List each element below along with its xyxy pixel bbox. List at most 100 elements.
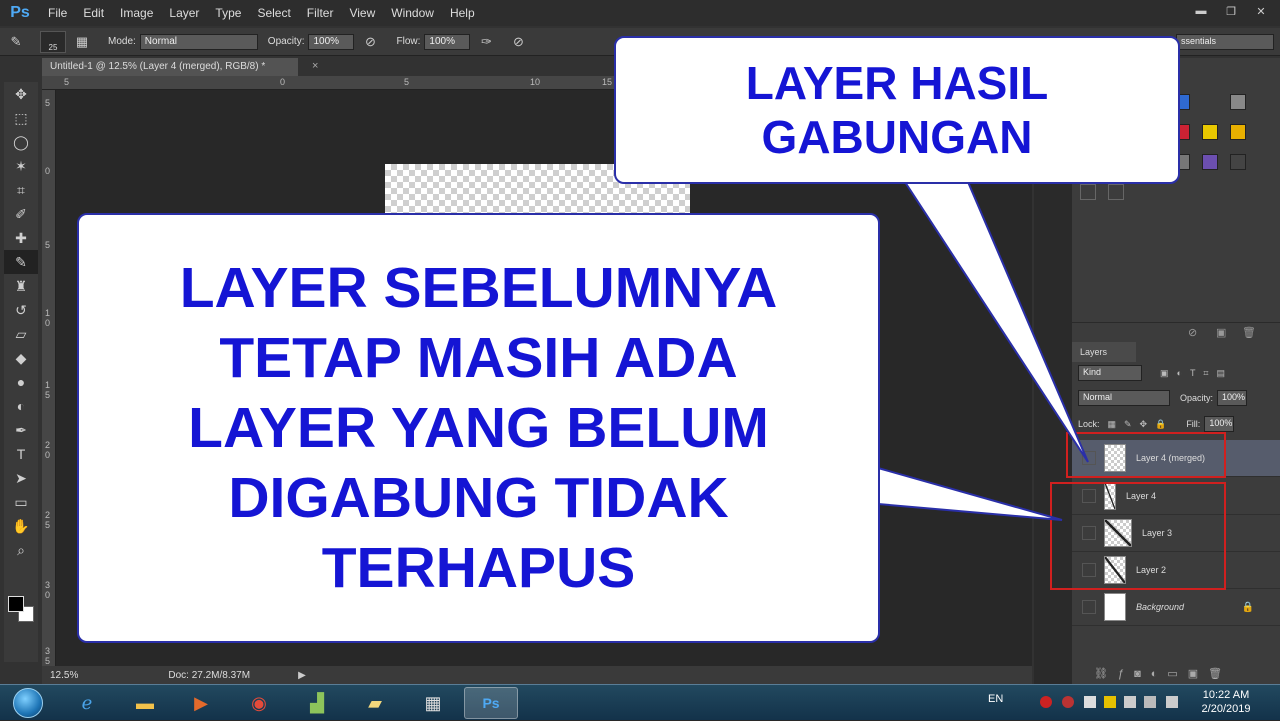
menu-view[interactable]: View <box>341 0 383 26</box>
layers-footer-icons[interactable]: ⛓ƒ◙◐▭▣🗑 <box>1072 664 1280 684</box>
lock-row: Lock: ▦✎✥🔒 Fill: 100% <box>1078 415 1235 433</box>
merged-layer-highlight <box>1066 432 1226 478</box>
menu-help[interactable]: Help <box>442 0 483 26</box>
media-player-icon[interactable]: ▶ <box>174 687 228 719</box>
new-icon[interactable]: ▣ <box>1216 326 1226 339</box>
menu-select[interactable]: Select <box>249 0 298 26</box>
layers-tab[interactable]: Layers <box>1072 342 1136 362</box>
blend-mode-select[interactable]: Normal <box>1078 390 1170 406</box>
mode-select[interactable]: Normal <box>139 33 258 50</box>
system-tray: EN 10:22 AM 2/20/2019 <box>980 685 1280 721</box>
flow-input[interactable]: 100% <box>424 33 471 50</box>
marquee-tool-icon[interactable]: ⬚ <box>4 106 38 130</box>
history-brush-icon[interactable]: ↺ <box>4 298 38 322</box>
adjustment-posterize-icon[interactable] <box>1080 184 1096 200</box>
kind-filter-select[interactable]: Kind <box>1078 365 1142 381</box>
eraser-tool-icon[interactable]: ▱ <box>4 322 38 346</box>
workspace-select[interactable]: ssentials <box>1176 34 1274 50</box>
layer-row-background[interactable]: Background 🔒 <box>1072 589 1280 626</box>
crop-tool-icon[interactable]: ⌗ <box>4 178 38 202</box>
menu-window[interactable]: Window <box>383 0 442 26</box>
menu-image[interactable]: Image <box>112 0 161 26</box>
windows-taskbar: ℯ ▬ ▶ ◉ ▟ ▰ ▦ Ps EN 10:22 AM 2/20/2019 <box>0 684 1280 720</box>
adjustment-exposure-icon[interactable] <box>1230 94 1246 110</box>
volume-icon[interactable] <box>1166 696 1178 708</box>
fill-input[interactable]: 100% <box>1204 416 1235 432</box>
menu-layer[interactable]: Layer <box>161 0 207 26</box>
previous-layers-highlight <box>1050 482 1226 590</box>
tray-flag-icon[interactable] <box>1084 696 1096 708</box>
explorer-icon[interactable]: ▬ <box>118 687 172 719</box>
adjustment-selective-icon[interactable] <box>1230 154 1246 170</box>
zoom-tool-icon[interactable]: ⌕ <box>4 538 38 562</box>
pressure-opacity-icon[interactable]: ⊘ <box>360 32 380 52</box>
visibility-toggle-icon[interactable] <box>1082 600 1096 614</box>
ruler-left-number: 5 <box>45 98 51 108</box>
callout-line: DIGABUNG TIDAK <box>228 466 729 530</box>
quick-select-tool-icon[interactable]: ✶ <box>4 154 38 178</box>
tray-record-icon[interactable] <box>1040 696 1052 708</box>
adjustment-threshold-icon[interactable] <box>1108 184 1124 200</box>
app-video-icon[interactable]: ▦ <box>406 687 460 719</box>
hand-tool-icon[interactable]: ✋ <box>4 514 38 538</box>
network-signal-icon[interactable] <box>1144 696 1156 708</box>
clip-icon[interactable]: ⊘ <box>1188 326 1197 339</box>
app-folder-icon[interactable]: ▰ <box>348 687 402 719</box>
menu-file[interactable]: File <box>40 0 75 26</box>
menu-type[interactable]: Type <box>207 0 249 26</box>
adjustment-gradientmap-icon[interactable] <box>1202 154 1218 170</box>
brush-panel-icon[interactable]: ▦ <box>72 32 92 52</box>
language-indicator[interactable]: EN <box>988 693 1003 705</box>
brush-size-picker[interactable]: 25 <box>40 30 66 53</box>
close-button[interactable]: ✕ <box>1248 2 1274 20</box>
airbrush-icon[interactable]: ✑ <box>476 32 496 52</box>
lasso-tool-icon[interactable]: ◯ <box>4 130 38 154</box>
document-close-icon[interactable]: × <box>312 60 318 72</box>
pen-tool-icon[interactable]: ✒ <box>4 418 38 442</box>
photoshop-taskbar-icon[interactable]: Ps <box>464 687 518 719</box>
tray-seven-icon[interactable] <box>1104 696 1116 708</box>
lock-label: Lock: <box>1078 419 1100 429</box>
adjustment-bw-icon[interactable] <box>1202 124 1218 140</box>
taskbar-clock[interactable]: 10:22 AM 2/20/2019 <box>1196 688 1256 716</box>
trash-icon[interactable]: 🗑 <box>1242 326 1256 339</box>
dodge-tool-icon[interactable]: ◐ <box>4 394 38 418</box>
menu-filter[interactable]: Filter <box>299 0 342 26</box>
brush-tool-icon[interactable]: ✎ <box>6 32 26 52</box>
pressure-size-icon[interactable]: ⊘ <box>508 32 528 52</box>
type-tool-icon[interactable]: T <box>4 442 38 466</box>
shape-tool-icon[interactable]: ▭ <box>4 490 38 514</box>
chrome-icon[interactable]: ◉ <box>232 687 286 719</box>
ruler-left-number: 1 0 <box>45 308 51 328</box>
foreground-color-swatch[interactable] <box>8 596 24 612</box>
healing-tool-icon[interactable]: ✚ <box>4 226 38 250</box>
layer-opacity-label: Opacity: <box>1180 393 1214 403</box>
blur-tool-icon[interactable]: ● <box>4 370 38 394</box>
adjustment-photofilter-icon[interactable] <box>1230 124 1246 140</box>
lock-icons[interactable]: ▦✎✥🔒 <box>1108 419 1175 430</box>
zoom-level[interactable]: 12.5% <box>50 670 78 681</box>
app-chart-icon[interactable]: ▟ <box>290 687 344 719</box>
status-menu-arrow-icon[interactable]: ▶ <box>298 670 306 681</box>
brush-tool-active-icon[interactable]: ✎ <box>4 250 38 274</box>
eyedropper-tool-icon[interactable]: ✐ <box>4 202 38 226</box>
tray-app-icon[interactable] <box>1062 696 1074 708</box>
move-tool-icon[interactable]: ✥ <box>4 82 38 106</box>
tray-device-icon[interactable] <box>1124 696 1136 708</box>
stamp-tool-icon[interactable]: ♜ <box>4 274 38 298</box>
menu-edit[interactable]: Edit <box>75 0 112 26</box>
callout-line: TETAP MASIH ADA <box>219 326 738 390</box>
bucket-tool-icon[interactable]: ◆ <box>4 346 38 370</box>
filter-icons[interactable]: ▣◐T⌗▤ <box>1160 368 1233 379</box>
layer-opacity-input[interactable]: 100% <box>1217 390 1248 406</box>
ruler-left-number: 2 0 <box>45 440 51 460</box>
document-tab[interactable]: Untitled-1 @ 12.5% (Layer 4 (merged), RG… <box>42 58 298 76</box>
restore-button[interactable]: ❐ <box>1218 2 1244 20</box>
ie-icon[interactable]: ℯ <box>60 687 114 719</box>
opacity-input[interactable]: 100% <box>308 33 355 50</box>
minimize-button[interactable]: ▬ <box>1188 2 1214 20</box>
start-button[interactable] <box>4 686 52 720</box>
callout-merged-layer: LAYER HASIL GABUNGAN <box>614 36 1180 184</box>
path-select-tool-icon[interactable]: ➤ <box>4 466 38 490</box>
ruler-left-number: 2 5 <box>45 510 51 530</box>
